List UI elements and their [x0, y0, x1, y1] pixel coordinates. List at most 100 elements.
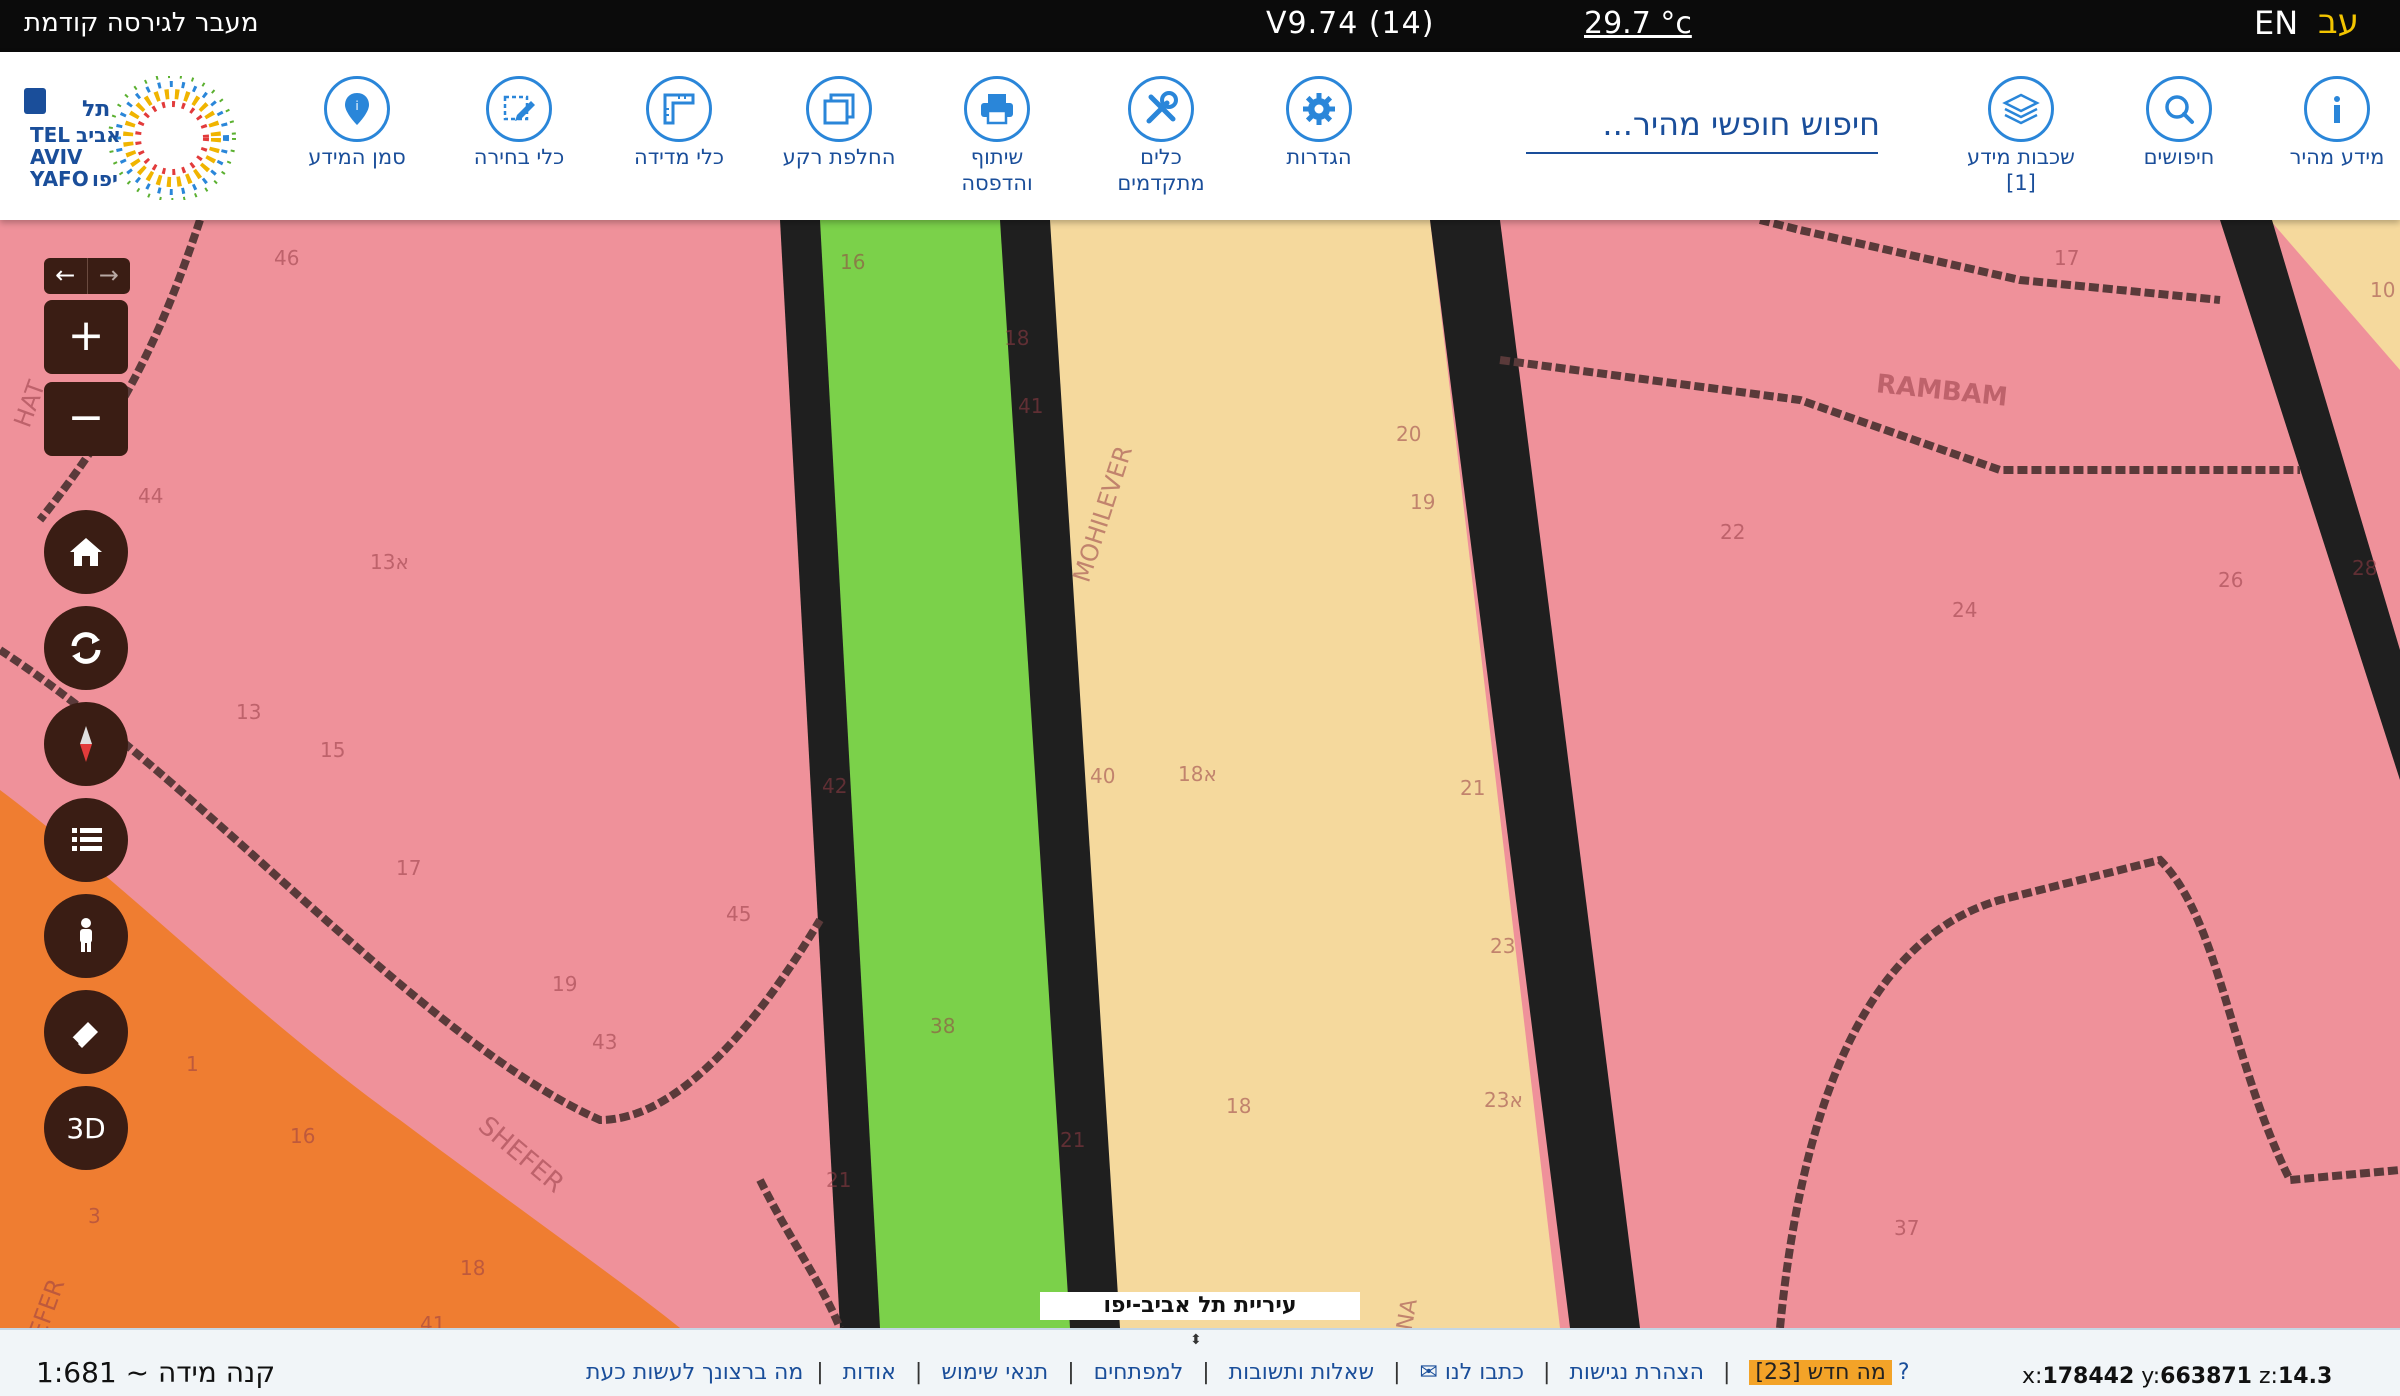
y-value: 663871	[2160, 1364, 2252, 1389]
z-label: z:	[2259, 1364, 2278, 1389]
compass-button[interactable]	[44, 702, 128, 786]
temperature-link[interactable]: 29.7 °c	[1584, 6, 1692, 41]
svg-text:תל: תל	[82, 97, 110, 122]
y-label: y:	[2141, 1364, 2161, 1389]
home-button[interactable]	[44, 510, 128, 594]
settings-label: הגדרות	[1286, 145, 1352, 169]
x-label: x:	[2022, 1364, 2043, 1389]
edit-select-icon	[486, 76, 552, 142]
parcel-number: 19	[552, 972, 578, 996]
layers-icon	[1988, 76, 2054, 142]
city-attribution-label: עיריית תל אביב-יפו	[1040, 1292, 1360, 1320]
clear-button[interactable]	[44, 990, 128, 1074]
bottom-bar: ⬍ קנה מידה ~ 1:681 מה חדש [23] | הצהרת נ…	[0, 1328, 2400, 1396]
separator: |	[1067, 1360, 1075, 1385]
share-print-tool[interactable]: שיתוף והדפסה	[922, 76, 1072, 196]
developers-link[interactable]: למפתחים	[1094, 1360, 1184, 1385]
svg-text:TEL: TEL	[30, 123, 70, 147]
contact-link[interactable]: כתבו לנו ✉	[1420, 1360, 1525, 1385]
accessibility-link[interactable]: הצהרת נגישות	[1569, 1360, 1704, 1385]
measure-tool-label: כלי מדידה	[633, 145, 725, 169]
measure-tool[interactable]: כלי מדידה	[604, 76, 754, 170]
top-bar: מעבר לגירסה קודמת V9.74 (14) 29.7 °c EN …	[0, 0, 2400, 52]
language-english-button[interactable]: EN	[2254, 4, 2298, 42]
searches-label: חיפושים	[2143, 145, 2215, 169]
info-layers-label-1: שכבות מידע	[1967, 145, 2075, 169]
parcel-number: 46	[274, 246, 300, 270]
basemap-layers-icon	[806, 76, 872, 142]
ruler-icon	[646, 76, 712, 142]
separator: |	[1722, 1360, 1731, 1385]
parcel-number: 13א	[370, 550, 409, 574]
parcel-number: 44	[138, 484, 164, 508]
parcel-number: 16	[840, 250, 866, 274]
info-layers-tool[interactable]: שכבות מידע [1]	[1946, 76, 2096, 196]
parcel-number: 18	[1004, 326, 1030, 350]
parcel-number: 18א	[1178, 762, 1217, 786]
parcel-number: 28	[2352, 556, 2378, 580]
quick-info-tool[interactable]: מידע מהיר	[2262, 76, 2400, 170]
version-label: V9.74 (14)	[1266, 6, 1435, 41]
parcel-number: 43	[592, 1030, 618, 1054]
previous-version-link[interactable]: מעבר לגירסה קודמת	[24, 8, 258, 38]
switch-basemap-label: החלפת רקע	[782, 145, 896, 169]
street-view-button[interactable]	[44, 894, 128, 978]
parcel-number: 37	[1894, 1216, 1920, 1240]
refresh-button[interactable]	[44, 606, 128, 690]
cursor-coordinates: x:178442 y:663871 z:14.3	[2022, 1364, 2332, 1389]
selection-tool[interactable]: כלי בחירה	[444, 76, 594, 170]
parcel-number: 15	[320, 738, 346, 762]
parcel-number: 3	[88, 1204, 101, 1228]
searches-tool[interactable]: חיפושים	[2104, 76, 2254, 170]
zoom-in-button[interactable]: +	[44, 300, 128, 374]
share-print-label-1: שיתוף	[970, 145, 1024, 169]
separator: |	[1202, 1360, 1210, 1385]
parcel-number: 40	[1090, 764, 1116, 788]
terms-link[interactable]: תנאי שימוש	[941, 1360, 1048, 1385]
info-layers-label-2: [1]	[2006, 171, 2036, 195]
parcel-number: 23	[1490, 934, 1516, 958]
separator: |	[1393, 1360, 1401, 1385]
zoom-out-button[interactable]: −	[44, 382, 128, 456]
previous-view-button[interactable]: ←	[44, 258, 87, 294]
list-icon	[72, 828, 102, 851]
search-input[interactable]	[1526, 96, 1882, 152]
parcel-number: 17	[396, 856, 422, 880]
quick-search[interactable]	[1526, 96, 1882, 154]
map-canvas[interactable]: RAMBAM MOHILEVER SHEFER SHEFER HAT NA 46…	[0, 220, 2400, 1328]
3d-view-button[interactable]: 3D	[44, 1086, 128, 1170]
settings-tool[interactable]: הגדרות	[1244, 76, 1394, 170]
advanced-tools[interactable]: כלים מתקדמים	[1086, 76, 1236, 196]
legend-button[interactable]	[44, 798, 128, 882]
map-pin-icon: i	[324, 76, 390, 142]
parcel-number: 21	[1460, 776, 1486, 800]
parcel-number: 24	[1952, 598, 1978, 622]
gear-icon	[1286, 76, 1352, 142]
z-value: 14.3	[2277, 1364, 2333, 1389]
parcel-number: 13	[236, 700, 262, 724]
parcel-number: 10	[2370, 278, 2396, 302]
next-view-button[interactable]: →	[86, 258, 131, 294]
tel-aviv-logo[interactable]: תל TEL אביב AVIV YAFO יפו	[22, 74, 252, 202]
switch-basemap-tool[interactable]: החלפת רקע	[764, 76, 914, 170]
language-hebrew-button[interactable]: עב	[2318, 2, 2359, 42]
parcel-number: 18	[460, 1256, 486, 1280]
parcel-number: 18	[1226, 1094, 1252, 1118]
parcel-number: 22	[1720, 520, 1746, 544]
svg-text:i: i	[355, 99, 358, 113]
faq-link[interactable]: שאלות ותשובות	[1229, 1360, 1374, 1385]
parcel-number: 41	[420, 1312, 446, 1328]
info-marker-tool[interactable]: i סמן המידע	[282, 76, 432, 170]
printer-icon	[964, 76, 1030, 142]
home-icon	[70, 538, 102, 566]
parcel-number: 17	[2054, 246, 2080, 270]
collapse-handle-icon[interactable]: ⬍	[1190, 1332, 1202, 1348]
logo-graphic: תל TEL אביב AVIV YAFO יפו	[24, 74, 236, 202]
separator: |	[816, 1360, 824, 1385]
parcel-number: 45	[726, 902, 752, 926]
whats-new-link[interactable]: מה חדש [23]	[1749, 1360, 1892, 1385]
separator: |	[914, 1360, 923, 1385]
about-link[interactable]: אודות	[843, 1360, 896, 1385]
map-scale: קנה מידה ~ 1:681	[36, 1356, 276, 1389]
parcel-number: 19	[1410, 490, 1436, 514]
